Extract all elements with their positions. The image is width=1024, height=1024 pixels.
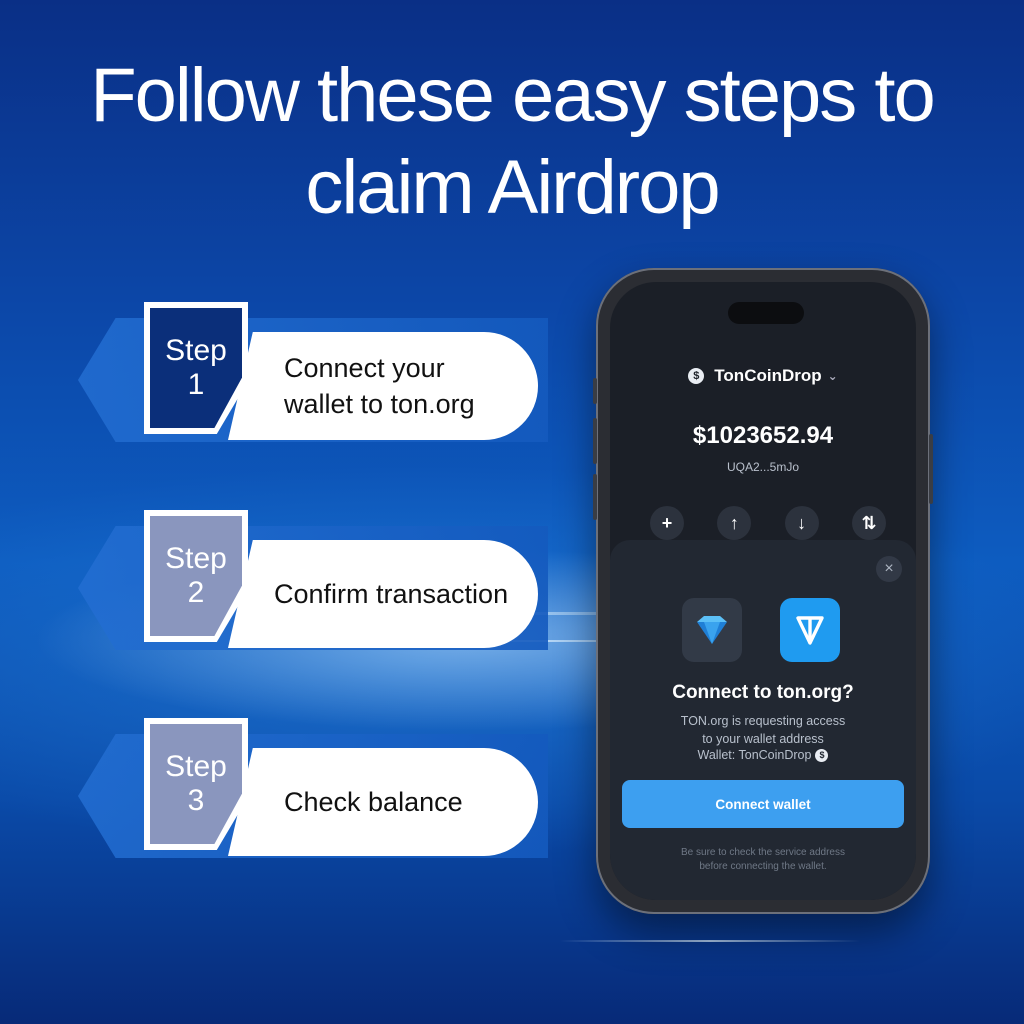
step-text-line-1: Confirm transaction <box>274 579 509 609</box>
connect-description-line-2: to your wallet address <box>702 732 824 746</box>
step-text: Confirm transaction <box>228 576 528 612</box>
disclaimer-line-2: before connecting the wallet. <box>699 861 827 872</box>
step-text-line-2: wallet to ton.org <box>284 389 475 419</box>
phone-side-button <box>593 378 597 404</box>
add-icon[interactable]: + <box>650 506 684 540</box>
dynamic-island <box>728 302 804 324</box>
step-pill: Connect your wallet to ton.org <box>228 332 538 440</box>
connect-description-line-1: TON.org is requesting access <box>680 714 846 728</box>
step-text: Check balance <box>228 784 483 820</box>
chevron-down-icon: ⌄ <box>827 369 838 383</box>
disclaimer: Be sure to check the service address bef… <box>640 846 886 874</box>
step-word: Step <box>165 334 227 367</box>
step-number: 2 <box>187 576 205 609</box>
wallet-address[interactable]: UQA2...5mJo <box>610 460 916 474</box>
step-number: 3 <box>187 784 205 817</box>
step-number: 1 <box>187 368 205 401</box>
step-word: Step <box>165 542 227 575</box>
phone-side-button <box>593 474 597 520</box>
close-icon[interactable]: × <box>876 556 902 582</box>
step-3: Check balance Step 3 <box>78 718 548 868</box>
receive-arrow-down-icon[interactable]: ↓ <box>784 506 819 540</box>
light-streak <box>560 940 860 942</box>
wallet-selector[interactable]: $ TonCoinDrop ⌄ <box>610 366 916 386</box>
diamond-app-icon <box>682 598 742 662</box>
headline: Follow these easy steps to claim Airdrop <box>0 50 1024 234</box>
connect-description: TON.org is requesting access to your wal… <box>640 712 886 748</box>
phone-screen: $ TonCoinDrop ⌄ $1023652.94 UQA2...5mJo … <box>610 282 916 900</box>
headline-line-2: claim Airdrop <box>305 145 720 230</box>
connect-title: Connect to ton.org? <box>672 682 854 703</box>
ton-logo-icon <box>780 598 840 662</box>
phone-side-button <box>593 418 597 464</box>
step-pill: Check balance <box>228 748 538 856</box>
dollar-coin-icon: $ <box>815 748 829 762</box>
disclaimer-line-1: Be sure to check the service address <box>681 847 845 858</box>
phone-side-button <box>929 434 933 504</box>
connect-sheet: × Connect to ton.org? TON.org is request… <box>610 540 916 900</box>
step-text: Connect your wallet to ton.org <box>228 350 495 422</box>
wallet-label-text: Wallet: TonCoinDrop <box>697 748 812 762</box>
headline-line-1: Follow these easy steps to <box>90 53 936 138</box>
step-1: Connect your wallet to ton.org Step 1 <box>78 302 548 452</box>
step-text-line-1: Check balance <box>284 787 463 817</box>
phone-mockup: $ TonCoinDrop ⌄ $1023652.94 UQA2...5mJo … <box>593 268 933 914</box>
step-2: Confirm transaction Step 2 <box>78 510 548 660</box>
wallet-balance: $1023652.94 <box>692 422 834 449</box>
step-word: Step <box>165 750 227 783</box>
wallet-name: TonCoinDrop <box>714 366 822 385</box>
wallet-actions: + ↑ ↓ ⇅ <box>650 506 886 540</box>
step-pill: Confirm transaction <box>228 540 538 648</box>
wallet-label: Wallet: TonCoinDrop $ <box>610 748 916 762</box>
step-text-line-1: Connect your <box>284 353 445 383</box>
connect-wallet-button[interactable]: Connect wallet <box>622 780 904 828</box>
dollar-coin-icon: $ <box>688 368 705 384</box>
swap-icon[interactable]: ⇅ <box>851 506 886 540</box>
send-arrow-up-icon[interactable]: ↑ <box>717 506 752 540</box>
